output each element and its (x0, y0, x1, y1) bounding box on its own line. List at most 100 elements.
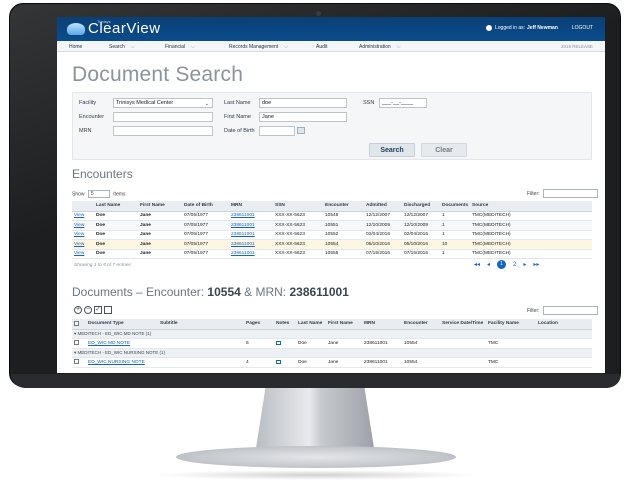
menu-financial[interactable]: Financial ⌵ (165, 44, 195, 50)
column-header[interactable]: Discharged (402, 201, 440, 212)
checkbox[interactable] (74, 340, 79, 346)
menu-home[interactable]: Home (69, 44, 82, 50)
select-all-icon[interactable]: ✓ (94, 306, 102, 314)
encounter-input[interactable] (113, 112, 213, 122)
column-header[interactable]: Admitted (364, 201, 402, 212)
search-button[interactable]: Search (369, 143, 415, 157)
column-header[interactable]: MRN (362, 319, 402, 330)
logout-link[interactable]: LOGOUT (572, 25, 593, 31)
page-1-button[interactable]: 1 (497, 260, 507, 269)
mrn-link[interactable]: 238611001 (229, 249, 273, 259)
column-header[interactable]: First Name (326, 319, 362, 330)
table-cell (158, 357, 244, 368)
mrn-link[interactable]: 238611001 (229, 230, 273, 240)
table-cell: Doe (94, 239, 138, 250)
menu-search[interactable]: Search ⌵ (109, 44, 135, 50)
column-header[interactable]: Date of Birth (182, 201, 229, 212)
table-row[interactable]: View Doe Jane 07/05/1977 238611001 XXX-XX-562… (72, 239, 592, 250)
table-cell: XXX-XX-5623 (273, 211, 323, 221)
ssn-input[interactable]: ___-__-____ (379, 98, 427, 108)
table-cell (536, 357, 592, 368)
items-label: Items (113, 191, 126, 198)
facility-select[interactable]: Trinisys Medical Center ⌄ (113, 98, 213, 108)
scene: ClearView Trinisys Logged in as: Jeff Ne… (0, 0, 633, 494)
table-row[interactable]: View Doe Jane 07/05/1977 238611001 XXX-XX-562… (72, 211, 592, 221)
document-row[interactable]: ED_WIC MD NOTE 6 Doe Jane 238611001 10554 TMC (72, 338, 592, 349)
menu-audit[interactable]: Audit (316, 44, 327, 50)
dob-input[interactable] (259, 126, 295, 136)
view-link[interactable]: View (72, 239, 94, 250)
first-name-input[interactable]: Jane (259, 112, 347, 122)
mrn-link[interactable]: 238611001 (229, 211, 273, 221)
column-header[interactable]: Service Date/Time (440, 319, 486, 330)
prev-page-icon[interactable]: ◂ (487, 261, 490, 268)
table-cell: 1 (440, 220, 470, 231)
note-icon[interactable] (276, 359, 281, 364)
column-header[interactable]: SSN (273, 201, 323, 212)
mrn-link[interactable]: 238611001 (229, 220, 273, 231)
table-row[interactable]: View Doe Jane 07/05/1977 238611001 XXX-XX-562… (72, 249, 592, 259)
document-row[interactable]: ED_WIC NURSING NOTE 4 Doe Jane 238611001 1055… (72, 357, 592, 368)
table-cell: XXX-XX-5623 (273, 230, 323, 240)
checkbox[interactable] (74, 320, 79, 326)
view-link[interactable]: View (72, 220, 94, 231)
note-icon[interactable] (276, 340, 281, 345)
expand-all-icon[interactable]: + (74, 306, 82, 314)
last-page-icon[interactable]: ▸▸ (533, 261, 539, 268)
column-header[interactable]: Encounter (402, 319, 440, 330)
comment-icon[interactable] (104, 306, 112, 314)
row-checkbox-cell (72, 338, 86, 349)
next-page-icon[interactable]: ▸ (523, 261, 526, 268)
dob-label: Date of Birth (224, 128, 255, 134)
group-cell: ▾ MEDITECH - ED_WIC NURSING NOTE (1) (72, 348, 592, 358)
column-header[interactable]: Notes (274, 319, 296, 330)
page-size-select[interactable]: 5 (87, 190, 110, 198)
view-link[interactable]: View (72, 249, 94, 259)
column-header[interactable]: Last Name (296, 319, 326, 330)
table-row[interactable]: View Doe Jane 07/05/1977 238611001 XXX-XX-562… (72, 230, 592, 240)
column-header[interactable]: Encounter (323, 201, 364, 212)
column-header[interactable]: Last Name (94, 201, 138, 212)
table-row[interactable]: View Doe Jane 07/05/1977 238611001 XXX-XX-562… (72, 220, 592, 231)
encounters-filter-input[interactable] (543, 189, 598, 198)
table-cell: 6 (244, 338, 274, 349)
chevron-down-icon: ⌵ (284, 44, 288, 50)
mrn-link[interactable]: 238611001 (229, 239, 273, 250)
checkbox[interactable] (74, 359, 79, 365)
column-header[interactable]: Location (536, 319, 592, 330)
document-type-link[interactable]: ED_WIC MD NOTE (86, 338, 158, 349)
logo-mark-icon (67, 22, 85, 35)
document-type-link[interactable]: ED_WIC NURSING NOTE (86, 357, 158, 368)
menu-records-management[interactable]: Records Management ⌵ (229, 44, 288, 50)
page-2-button[interactable]: 2 (513, 262, 516, 268)
documents-filter-input[interactable] (543, 306, 598, 315)
column-header[interactable]: Source (470, 201, 592, 212)
app-logo[interactable]: ClearView Trinisys (67, 19, 161, 37)
column-header[interactable]: Facility Name (486, 319, 536, 330)
documents-table: Document Type Subtitle Pages Notes Last … (72, 319, 592, 368)
group-row[interactable]: ▾ MEDITECH - ED_WIC MD NOTE (1) (72, 329, 592, 339)
group-row[interactable]: ▾ MEDITECH - ED_WIC NURSING NOTE (1) (72, 348, 592, 358)
view-link[interactable]: View (72, 230, 94, 240)
chevron-down-icon: ⌵ (130, 44, 135, 50)
camera-dot (316, 11, 321, 16)
column-header[interactable]: Pages (244, 319, 274, 330)
mrn-input[interactable] (113, 126, 213, 136)
last-name-input[interactable]: doe (259, 98, 347, 108)
select-all-checkbox[interactable] (72, 319, 86, 330)
column-header[interactable] (72, 201, 94, 212)
first-page-icon[interactable]: ◂◂ (474, 261, 480, 268)
menu-administration[interactable]: Administration ⌵ (359, 44, 400, 50)
last-name-label: Last Name (224, 100, 251, 106)
clear-button[interactable]: Clear (421, 143, 467, 157)
column-header[interactable]: Document Type (86, 319, 158, 330)
show-label: Show (72, 191, 85, 198)
column-header[interactable]: Subtitle (158, 319, 244, 330)
column-header[interactable]: MRN (229, 201, 273, 212)
column-header[interactable]: First Name (138, 201, 182, 212)
view-link[interactable]: View (72, 211, 94, 221)
collapse-all-icon[interactable]: − (84, 306, 92, 314)
table-cell: 238611001 (362, 338, 402, 349)
column-header[interactable]: Documents (440, 201, 470, 212)
calendar-icon[interactable] (297, 127, 305, 134)
